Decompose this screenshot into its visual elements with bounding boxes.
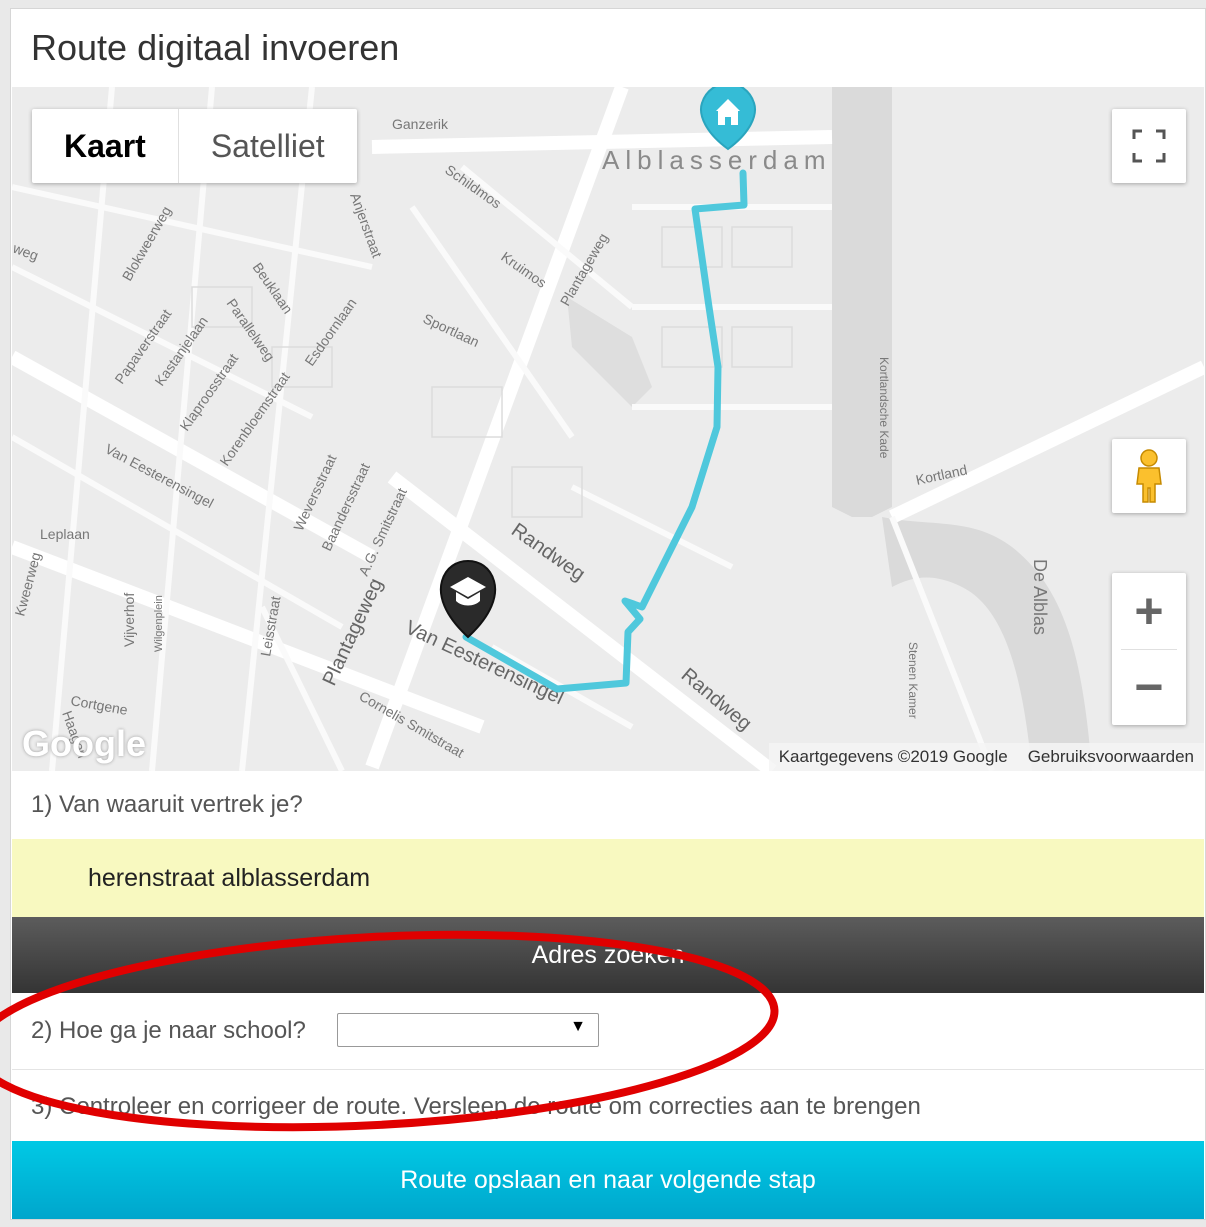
map-type-control: Kaart Satelliet bbox=[32, 109, 357, 183]
question-transport: 2) Hoe ga je naar school? bbox=[31, 1017, 306, 1044]
fullscreen-button[interactable] bbox=[1112, 109, 1186, 183]
google-logo: Google bbox=[22, 723, 146, 764]
street-label: Vijverhof bbox=[121, 593, 137, 647]
street-label: Leplaan bbox=[40, 526, 90, 542]
route-panel: Route digitaal invoeren Ganzerik Schildm… bbox=[10, 8, 1206, 1220]
terms-link[interactable]: Gebruiksvoorwaarden bbox=[1018, 747, 1204, 767]
attribution-text: Kaartgegevens ©2019 Google bbox=[778, 747, 1008, 766]
transport-select[interactable]: ▼ bbox=[337, 1013, 599, 1047]
question-check-route: 3) Controleer en corrigeer de route. Ver… bbox=[31, 1093, 921, 1120]
map-type-satelliet-button[interactable]: Satelliet bbox=[179, 109, 357, 183]
street-label: De Alblas bbox=[1030, 559, 1050, 635]
fullscreen-icon bbox=[1132, 129, 1166, 163]
question-departure: 1) Van waaruit vertrek je? bbox=[31, 791, 303, 818]
place-label: Alblasserdam bbox=[602, 145, 832, 175]
street-label: Stenen Kamer bbox=[906, 642, 920, 719]
page-title: Route digitaal invoeren bbox=[31, 27, 400, 68]
map-canvas: Ganzerik Schildmos Kruimos Plantageweg B… bbox=[12, 87, 1204, 771]
street-label: Kortlandsche Kade bbox=[877, 357, 891, 459]
map[interactable]: Ganzerik Schildmos Kruimos Plantageweg B… bbox=[12, 87, 1204, 771]
transport-row: 2) Hoe ga je naar school? ▼ bbox=[12, 993, 1204, 1070]
street-label: Wilgenplein bbox=[153, 595, 165, 652]
zoom-in-button[interactable]: + bbox=[1112, 574, 1186, 649]
pegman-icon bbox=[1136, 449, 1162, 503]
zoom-control: + − bbox=[1112, 573, 1186, 725]
street-label: Ganzerik bbox=[392, 116, 449, 132]
address-input[interactable] bbox=[12, 839, 1204, 917]
dropdown-arrow-icon: ▼ bbox=[570, 1018, 586, 1035]
street-view-button[interactable] bbox=[1112, 439, 1186, 513]
zoom-out-button[interactable]: − bbox=[1112, 650, 1186, 725]
search-address-button[interactable]: Adres zoeken bbox=[12, 917, 1204, 993]
save-route-button[interactable]: Route opslaan en naar volgende stap bbox=[12, 1141, 1204, 1219]
map-type-kaart-button[interactable]: Kaart bbox=[32, 109, 179, 183]
map-attribution: Kaartgegevens ©2019 Google Gebruiksvoorw… bbox=[768, 743, 1204, 771]
